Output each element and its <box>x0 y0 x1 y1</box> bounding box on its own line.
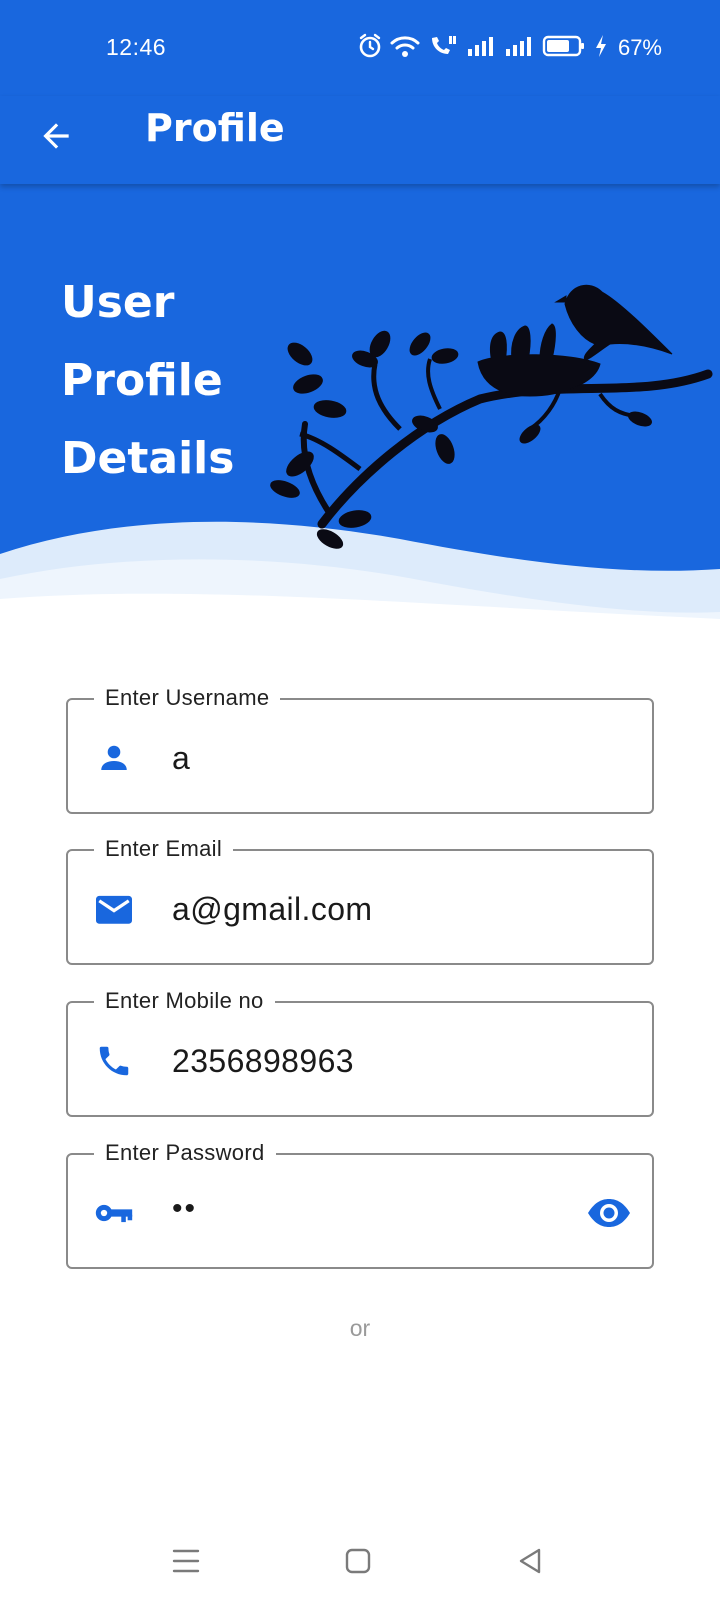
status-bar: 12:46 67% <box>0 0 720 96</box>
battery-icon <box>542 34 586 63</box>
charging-icon <box>594 34 608 63</box>
key-icon <box>94 1193 134 1233</box>
status-time: 12:46 <box>106 34 167 60</box>
app-bar: Profile <box>0 96 720 184</box>
hero-title-line-1: User <box>61 277 175 328</box>
email-value[interactable]: a@gmail.com <box>172 889 373 929</box>
battery-percent: 67% <box>617 35 662 60</box>
page-title: Profile <box>145 106 285 150</box>
eye-icon <box>588 1199 630 1227</box>
person-icon <box>94 738 134 778</box>
hero-title-line-2: Profile <box>61 355 223 406</box>
nav-back-button[interactable] <box>510 1541 550 1581</box>
wifi-icon <box>390 34 420 63</box>
phone-icon <box>94 1041 134 1081</box>
password-value[interactable]: •• <box>172 1189 197 1229</box>
status-icons: 67% <box>358 33 662 64</box>
username-value[interactable]: a <box>172 738 190 778</box>
hero-banner: User Profile Details <box>0 184 720 644</box>
back-icon <box>519 1548 541 1574</box>
signal-icon <box>466 35 496 62</box>
mobile-value[interactable]: 2356898963 <box>172 1041 354 1081</box>
password-field[interactable]: Enter Password •• <box>66 1140 654 1269</box>
home-icon <box>345 1548 371 1574</box>
alarm-icon <box>358 33 382 64</box>
hero-title: User Profile Details <box>61 264 321 498</box>
home-button[interactable] <box>338 1541 378 1581</box>
username-field[interactable]: Enter Username a <box>66 685 654 814</box>
arrow-back-icon <box>43 123 69 149</box>
mobile-field[interactable]: Enter Mobile no 2356898963 <box>66 988 654 1117</box>
menu-icon <box>172 1549 200 1573</box>
username-label: Enter Username <box>94 685 281 711</box>
toggle-password-visibility[interactable] <box>586 1191 632 1235</box>
hero-title-line-3: Details <box>61 433 235 484</box>
email-field[interactable]: Enter Email a@gmail.com <box>66 836 654 965</box>
email-icon <box>94 889 134 929</box>
email-label: Enter Email <box>94 836 234 862</box>
system-nav-bar <box>0 1515 720 1600</box>
wifi-calling-icon <box>428 34 458 63</box>
mobile-label: Enter Mobile no <box>94 988 275 1014</box>
or-divider-text: or <box>349 1315 371 1341</box>
password-label: Enter Password <box>94 1140 276 1166</box>
back-button[interactable] <box>30 110 82 162</box>
menu-button[interactable] <box>166 1541 206 1581</box>
signal-icon <box>504 35 534 62</box>
